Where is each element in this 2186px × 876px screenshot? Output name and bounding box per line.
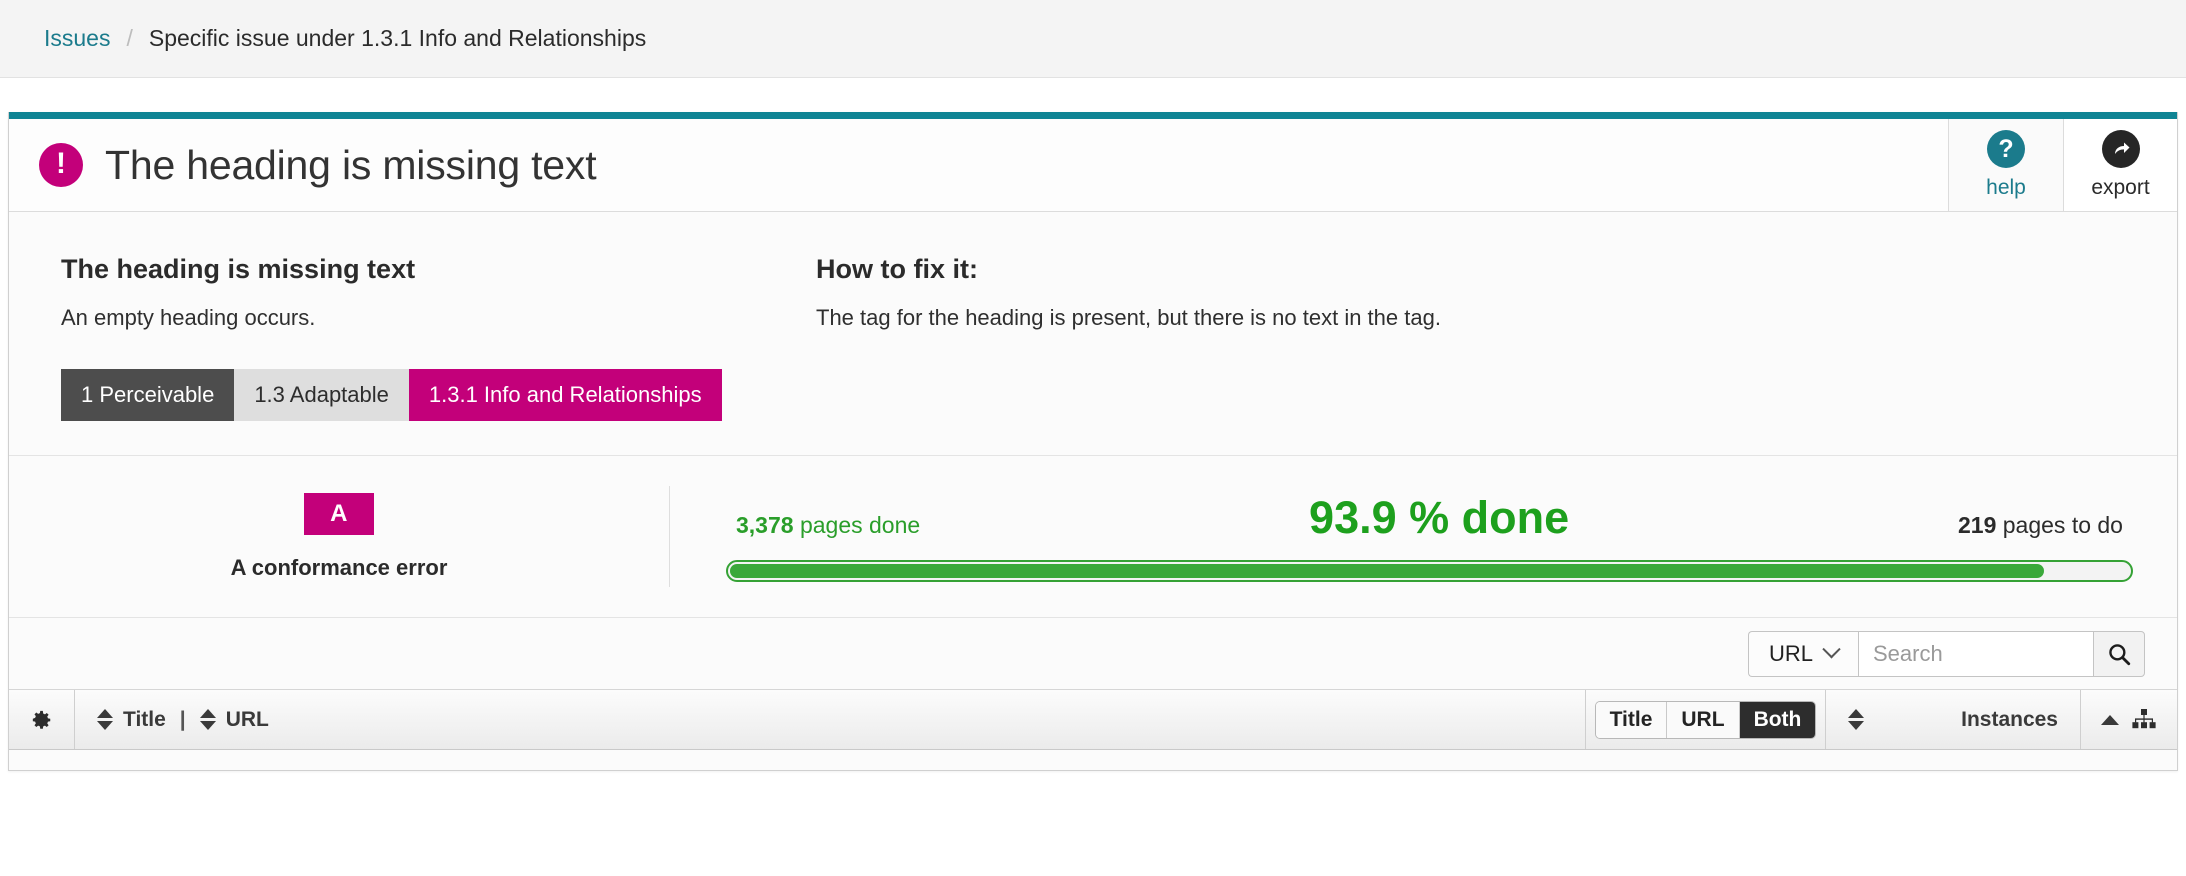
panel-accent-bar	[9, 112, 2177, 119]
conformance-label: A conformance error	[230, 554, 448, 580]
toggle-option-url[interactable]: URL	[1667, 701, 1740, 738]
pages-todo-value: 219	[1958, 511, 1997, 538]
search-input[interactable]	[1858, 630, 2093, 677]
description-left-column: The heading is missing text An empty hea…	[9, 254, 764, 421]
progress-numbers: 3,378 pages done 93.9 % done 219 pages t…	[726, 492, 2133, 544]
description-right-column: How to fix it: The tag for the heading i…	[764, 254, 2177, 421]
table-header-row: Title | URL Title URL Both Instances	[9, 690, 2177, 750]
error-icon-glyph: !	[56, 147, 66, 180]
breadcrumb-current: Specific issue under 1.3.1 Info and Rela…	[148, 25, 647, 51]
pages-todo-label: pages to do	[2002, 511, 2123, 538]
help-button[interactable]: ? help	[1949, 119, 2063, 211]
chevron-down-icon	[1822, 640, 1841, 659]
sort-arrows-url-icon[interactable]	[199, 709, 216, 730]
breadcrumb: Issues / Specific issue under 1.3.1 Info…	[0, 0, 2186, 78]
table-column-url-label: URL	[225, 707, 269, 731]
pages-done-label: pages done	[799, 511, 921, 538]
toggle-option-both[interactable]: Both	[1739, 701, 1816, 738]
progress-area: 3,378 pages done 93.9 % done 219 pages t…	[670, 492, 2177, 582]
column-separator: |	[179, 707, 186, 731]
wcag-chip-criterion[interactable]: 1.3.1 Info and Relationships	[408, 369, 722, 421]
error-exclamation-icon: !	[39, 143, 83, 187]
help-button-label: help	[1986, 176, 2026, 199]
toggle-option-title[interactable]: Title	[1595, 701, 1668, 738]
progress-bar-fill	[730, 563, 2044, 578]
table-body-placeholder	[9, 750, 2177, 770]
wcag-chip-guideline[interactable]: 1.3 Adaptable	[234, 369, 409, 421]
table-column-title-url[interactable]: Title | URL	[75, 690, 1586, 749]
how-to-fix-body: The tag for the heading is present, but …	[816, 305, 1441, 330]
table-settings-button[interactable]	[9, 690, 75, 749]
share-arrow-circle-icon	[2101, 130, 2140, 168]
search-toolbar: URL	[9, 618, 2177, 690]
search-submit-button[interactable]	[2093, 630, 2145, 677]
conformance-area: A A conformance error	[9, 492, 669, 581]
description-section: The heading is missing text An empty hea…	[9, 212, 2177, 456]
export-button[interactable]: export	[2063, 119, 2177, 211]
help-icon-glyph: ?	[1998, 134, 2014, 163]
caret-up-icon	[2101, 714, 2119, 725]
conformance-badge: A	[304, 492, 374, 535]
gear-icon	[32, 710, 50, 729]
breadcrumb-link-issues[interactable]: Issues	[44, 25, 110, 52]
export-button-label: export	[2091, 176, 2150, 199]
question-mark-circle-icon: ?	[1987, 130, 2025, 168]
panel-header: ! The heading is missing text ? help exp…	[9, 119, 2177, 212]
table-column-title-label: Title	[123, 707, 166, 731]
stats-section: A A conformance error 3,378 pages done 9…	[9, 456, 2177, 618]
search-icon	[2109, 643, 2131, 665]
progress-bar	[726, 559, 2133, 582]
pages-done-value: 3,378	[736, 511, 794, 538]
table-column-instances[interactable]: Instances	[1826, 690, 2081, 749]
sort-arrows-title-icon[interactable]	[97, 709, 113, 730]
page-title: The heading is missing text	[105, 141, 597, 188]
wcag-chip-principle[interactable]: 1 Perceivable	[61, 369, 235, 421]
how-to-fix-heading: How to fix it:	[816, 254, 978, 284]
percent-done: 93.9 % done	[1309, 491, 1570, 543]
title-url-both-toggle: Title URL Both	[1586, 690, 1826, 749]
table-column-instances-label: Instances	[1961, 707, 2058, 731]
search-scope-select[interactable]: URL	[1748, 630, 1858, 677]
pages-done-stat: 3,378 pages done	[736, 512, 920, 539]
description-heading: The heading is missing text	[61, 254, 416, 284]
search-scope-label: URL	[1768, 640, 1813, 666]
sitemap-icon	[2132, 708, 2156, 728]
sort-arrows-instances-icon[interactable]	[1848, 709, 1864, 730]
breadcrumb-separator: /	[126, 25, 133, 51]
description-body: An empty heading occurs.	[61, 305, 316, 330]
panel-title-area: ! The heading is missing text	[9, 119, 1949, 211]
wcag-chip-group: 1 Perceivable 1.3 Adaptable 1.3.1 Info a…	[61, 369, 764, 421]
pages-todo-stat: 219 pages to do	[1958, 512, 2123, 539]
table-tree-view-button[interactable]	[2081, 690, 2177, 749]
issue-panel: ! The heading is missing text ? help exp…	[8, 112, 2178, 771]
